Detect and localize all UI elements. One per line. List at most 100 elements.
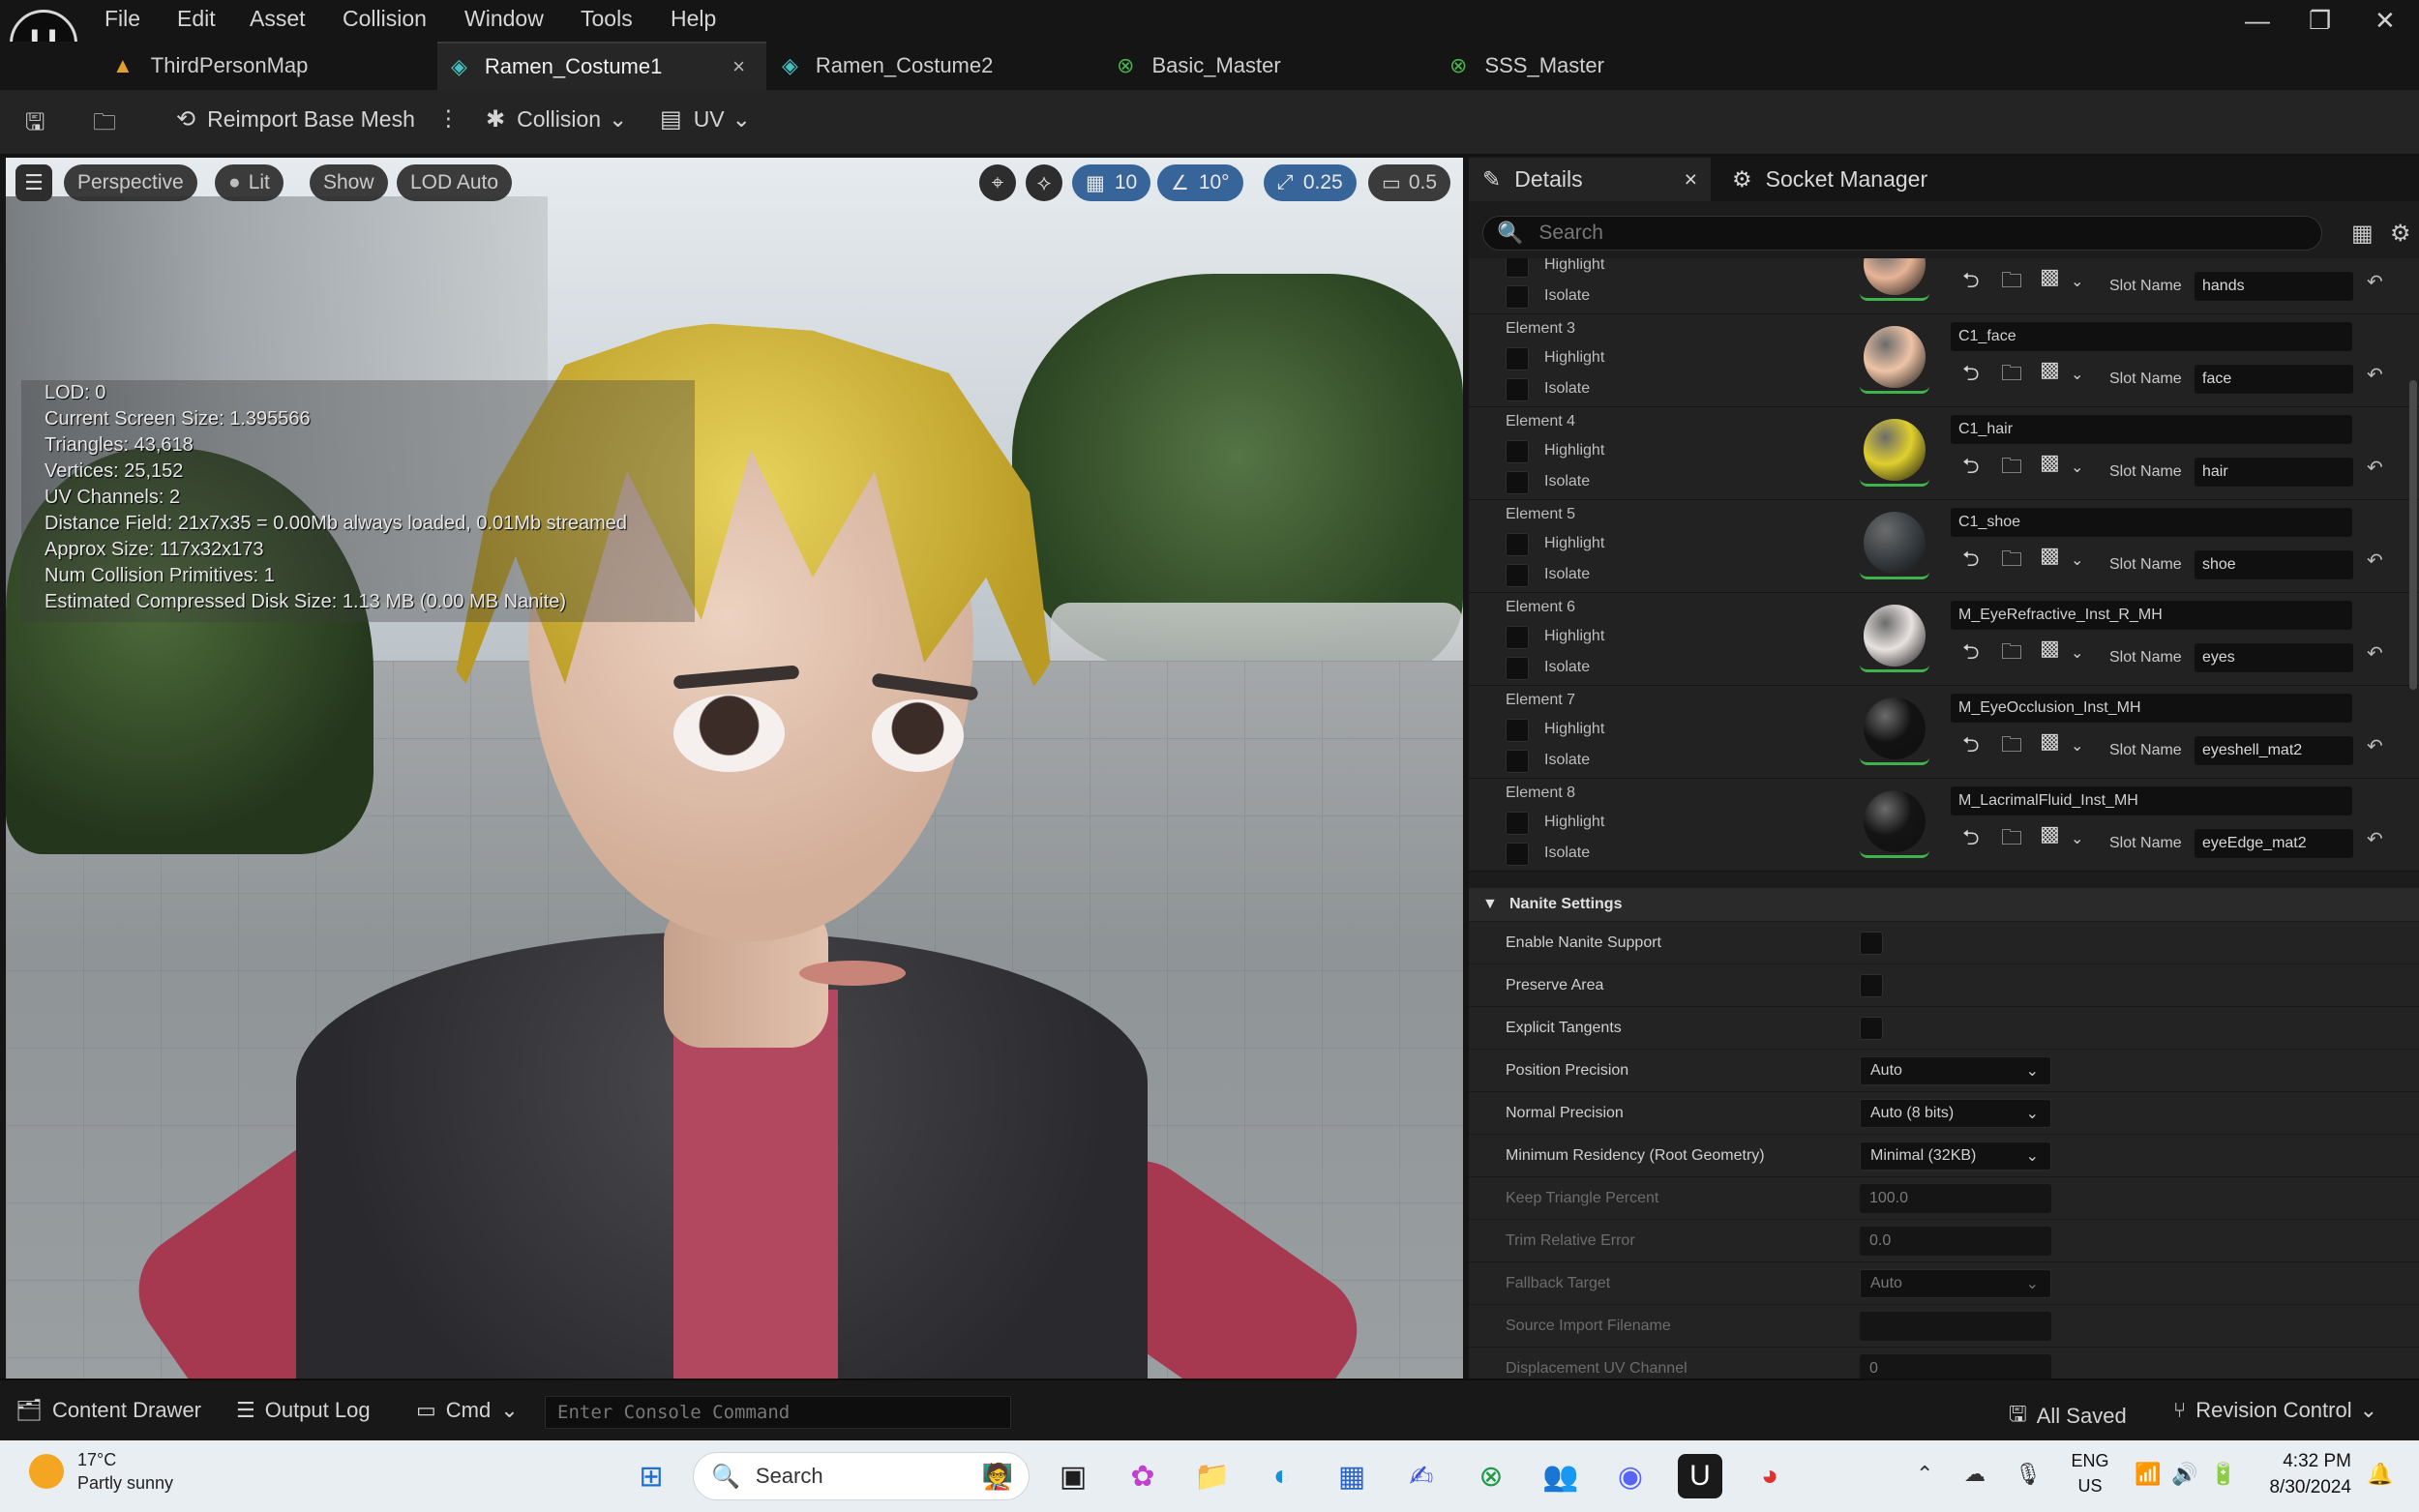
material-options-icon[interactable]: ▩ (2040, 450, 2060, 475)
restore-icon[interactable]: ❐ (2309, 6, 2331, 36)
copilot-icon[interactable]: ✿ (1120, 1454, 1165, 1498)
property-checkbox[interactable] (1860, 974, 1883, 997)
details-scroll-area[interactable]: Highlight Isolate ⮌ 🗀 ▩ ⌄ Slot Name hand… (1469, 258, 2419, 1379)
reset-to-default-icon[interactable]: ↶ (2367, 548, 2383, 573)
camera-speed-button[interactable]: ▭ 0.5 (1368, 164, 1451, 201)
property-value-field[interactable]: 100.0 (1860, 1184, 2051, 1213)
slot-name-input[interactable]: eyeshell_mat2 (2195, 736, 2353, 765)
more-options-icon[interactable]: ⋮ (437, 105, 460, 132)
property-select[interactable]: Minimal (32KB) ⌄ (1860, 1141, 2051, 1171)
material-thumbnail[interactable] (1860, 510, 1929, 579)
tab-basic-master[interactable]: ⊗ Basic_Master (1117, 42, 1436, 90)
property-value-field[interactable]: 0 (1860, 1354, 2051, 1379)
browse-asset-icon[interactable]: 🗀 (2001, 264, 2022, 301)
slot-name-input[interactable]: eyes (2195, 643, 2353, 672)
material-options-icon[interactable]: ▩ (2040, 264, 2060, 289)
rotation-snap-button[interactable]: ∠ 10° (1157, 164, 1243, 201)
slot-name-input[interactable]: face (2195, 365, 2353, 394)
material-name-field[interactable]: C1_hair (1951, 415, 2352, 444)
xbox-icon[interactable]: ⊗ (1469, 1454, 1513, 1498)
mesh-viewport[interactable]: LOD: 0 Current Screen Size: 1.395566 Tri… (6, 158, 1463, 1379)
task-view-icon[interactable]: ▣ (1051, 1454, 1095, 1498)
highlight-checkbox[interactable] (1506, 812, 1529, 835)
uv-dropdown[interactable]: ▤ UV ⌄ (660, 105, 751, 133)
lit-button[interactable]: ● Lit (215, 164, 284, 201)
tab-ramen-costume1[interactable]: ◈ Ramen_Costume1 × (437, 42, 766, 90)
use-selected-asset-icon[interactable]: ⮌ (1962, 357, 1980, 394)
isolate-checkbox[interactable] (1506, 657, 1529, 680)
material-options-icon[interactable]: ▩ (2040, 357, 2060, 382)
isolate-checkbox[interactable] (1506, 843, 1529, 866)
reset-to-default-icon[interactable]: ↶ (2367, 363, 2383, 387)
chevron-down-icon[interactable]: ⌄ (2071, 272, 2083, 291)
material-name-field[interactable]: C1_shoe (1951, 508, 2352, 537)
close-tab-icon[interactable]: × (732, 54, 745, 79)
material-thumbnail[interactable] (1860, 324, 1929, 394)
chevron-down-icon[interactable]: ⌄ (2071, 736, 2083, 756)
browse-asset-icon[interactable]: 🗀 (2001, 357, 2022, 394)
use-selected-asset-icon[interactable]: ⮌ (1962, 450, 1980, 487)
material-name-field[interactable]: M_LacrimalFluid_Inst_MH (1951, 786, 2352, 815)
close-tab-icon[interactable]: × (1685, 166, 1697, 193)
unreal-taskbar-icon[interactable]: U (1678, 1454, 1722, 1498)
isolate-checkbox[interactable] (1506, 378, 1529, 401)
language-indicator[interactable]: ENG US (2071, 1448, 2109, 1498)
tab-socket-manager[interactable]: ⚙ Socket Manager (1732, 158, 1964, 201)
edge-icon[interactable]: ◐ (1260, 1454, 1304, 1498)
settings-gear-icon[interactable]: ⚙ (2390, 220, 2411, 248)
property-checkbox[interactable] (1860, 1017, 1883, 1040)
sketch-app-icon[interactable]: ✍ (1399, 1454, 1444, 1498)
teams-icon[interactable]: 👥 (1538, 1454, 1583, 1498)
browse-asset-icon[interactable]: 🗀 (93, 105, 128, 145)
perspective-button[interactable]: Perspective (64, 164, 197, 201)
chevron-down-icon[interactable]: ⌄ (2071, 643, 2083, 663)
highlight-checkbox[interactable] (1506, 440, 1529, 463)
material-thumbnail[interactable] (1860, 696, 1929, 765)
battery-icon[interactable]: 🔋 (2210, 1462, 2236, 1487)
reset-to-default-icon[interactable]: ↶ (2367, 827, 2383, 851)
console-command-input[interactable]: Enter Console Command (545, 1396, 1011, 1429)
browse-asset-icon[interactable]: 🗀 (2001, 450, 2022, 487)
material-options-icon[interactable]: ▩ (2040, 821, 2060, 846)
menu-collision[interactable]: Collision (343, 6, 427, 32)
show-button[interactable]: Show (310, 164, 388, 201)
material-name-field[interactable]: M_EyeRefractive_Inst_R_MH (1951, 601, 2352, 630)
use-selected-asset-icon[interactable]: ⮌ (1962, 821, 1980, 858)
property-select[interactable]: Auto (8 bits) ⌄ (1860, 1099, 2051, 1128)
material-thumbnail[interactable] (1860, 788, 1929, 858)
material-options-icon[interactable]: ▩ (2040, 728, 2060, 754)
chevron-down-icon[interactable]: ⌄ (2071, 458, 2083, 477)
all-saved-button[interactable]: 🖫 All Saved (2009, 1398, 2127, 1435)
content-drawer-button[interactable]: 🗂 Content Drawer (15, 1398, 201, 1423)
windows-start-icon[interactable]: ⊞ (629, 1454, 673, 1498)
tab-details[interactable]: ✎ Details × (1469, 158, 1711, 201)
grid-snap-button[interactable]: ▦ 10 (1072, 164, 1151, 201)
slot-name-input[interactable]: hair (2195, 458, 2353, 487)
menu-window[interactable]: Window (464, 6, 544, 32)
table-view-icon[interactable]: ▦ (2351, 220, 2374, 248)
surface-snap-icon[interactable]: ⟡ (1026, 164, 1062, 201)
use-selected-asset-icon[interactable]: ⮌ (1962, 636, 1980, 672)
isolate-checkbox[interactable] (1506, 471, 1529, 494)
menu-asset[interactable]: Asset (250, 6, 306, 32)
davinci-icon[interactable]: ◕ (1747, 1454, 1792, 1498)
highlight-checkbox[interactable] (1506, 258, 1529, 278)
weather-widget[interactable]: 17°C Partly sunny (29, 1448, 173, 1495)
property-select[interactable]: Auto ⌄ (1860, 1269, 2051, 1298)
details-search-input[interactable]: 🔍 Search (1482, 216, 2322, 251)
material-thumbnail[interactable] (1860, 417, 1929, 487)
taskbar-clock[interactable]: 4:32 PM 8/30/2024 (2255, 1448, 2351, 1500)
minimize-icon[interactable]: — (2245, 6, 2270, 36)
cmd-dropdown[interactable]: ▭ Cmd ⌄ (416, 1398, 519, 1423)
use-selected-asset-icon[interactable]: ⮌ (1962, 264, 1980, 301)
nanite-settings-header[interactable]: ▼ Nanite Settings (1469, 888, 2419, 921)
property-checkbox[interactable] (1860, 932, 1883, 955)
tray-chevron-up-icon[interactable]: ⌃ (1916, 1462, 1933, 1487)
browse-asset-icon[interactable]: 🗀 (2001, 543, 2022, 579)
browse-asset-icon[interactable]: 🗀 (2001, 728, 2022, 765)
menu-help[interactable]: Help (671, 6, 716, 32)
viewport-menu-icon[interactable]: ☰ (15, 164, 52, 201)
store-icon[interactable]: ▦ (1329, 1454, 1374, 1498)
material-options-icon[interactable]: ▩ (2040, 636, 2060, 661)
reset-to-default-icon[interactable]: ↶ (2367, 641, 2383, 666)
